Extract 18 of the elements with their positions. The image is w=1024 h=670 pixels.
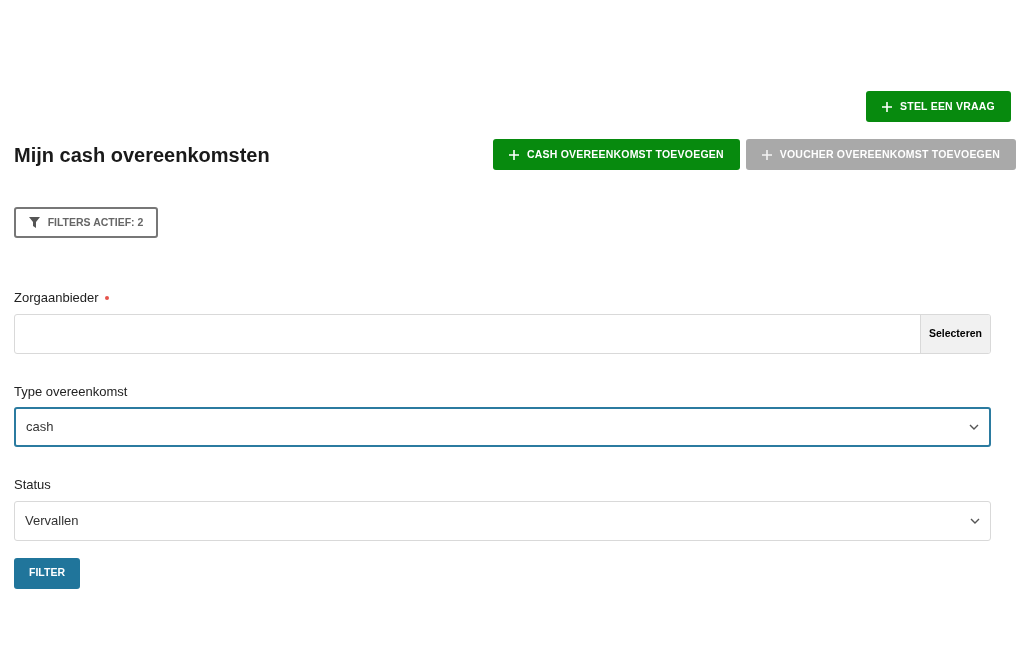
provider-lookup-field[interactable]: Selecteren [14,313,991,354]
add-button[interactable]: CASH OVEREENKOMST TOEVOEGEN [492,139,740,170]
page-title: Mijn cash overeenkomsten [14,142,270,168]
plus-icon [882,101,893,112]
select-button[interactable]: Selecteren [919,314,990,353]
field-label: Zorgaanbieder [14,289,99,307]
chevron-down-icon [970,517,980,524]
field-label: Status [14,476,51,494]
plus-icon [508,149,519,160]
plus-icon [761,149,772,160]
filters-button[interactable]: FILTERS ACTIEF: 2 [14,207,158,238]
chevron-down-icon [969,424,979,430]
dropdown-field[interactable]: Vervallen [14,500,991,541]
dropdown-field[interactable]: cash [14,407,991,447]
field-label: Type overeenkomst [14,382,128,401]
filter-icon [28,217,40,228]
add-button[interactable]: STEL EEN VRAAG [866,91,1011,122]
filter-submit-button[interactable]: FILTER [14,557,80,589]
